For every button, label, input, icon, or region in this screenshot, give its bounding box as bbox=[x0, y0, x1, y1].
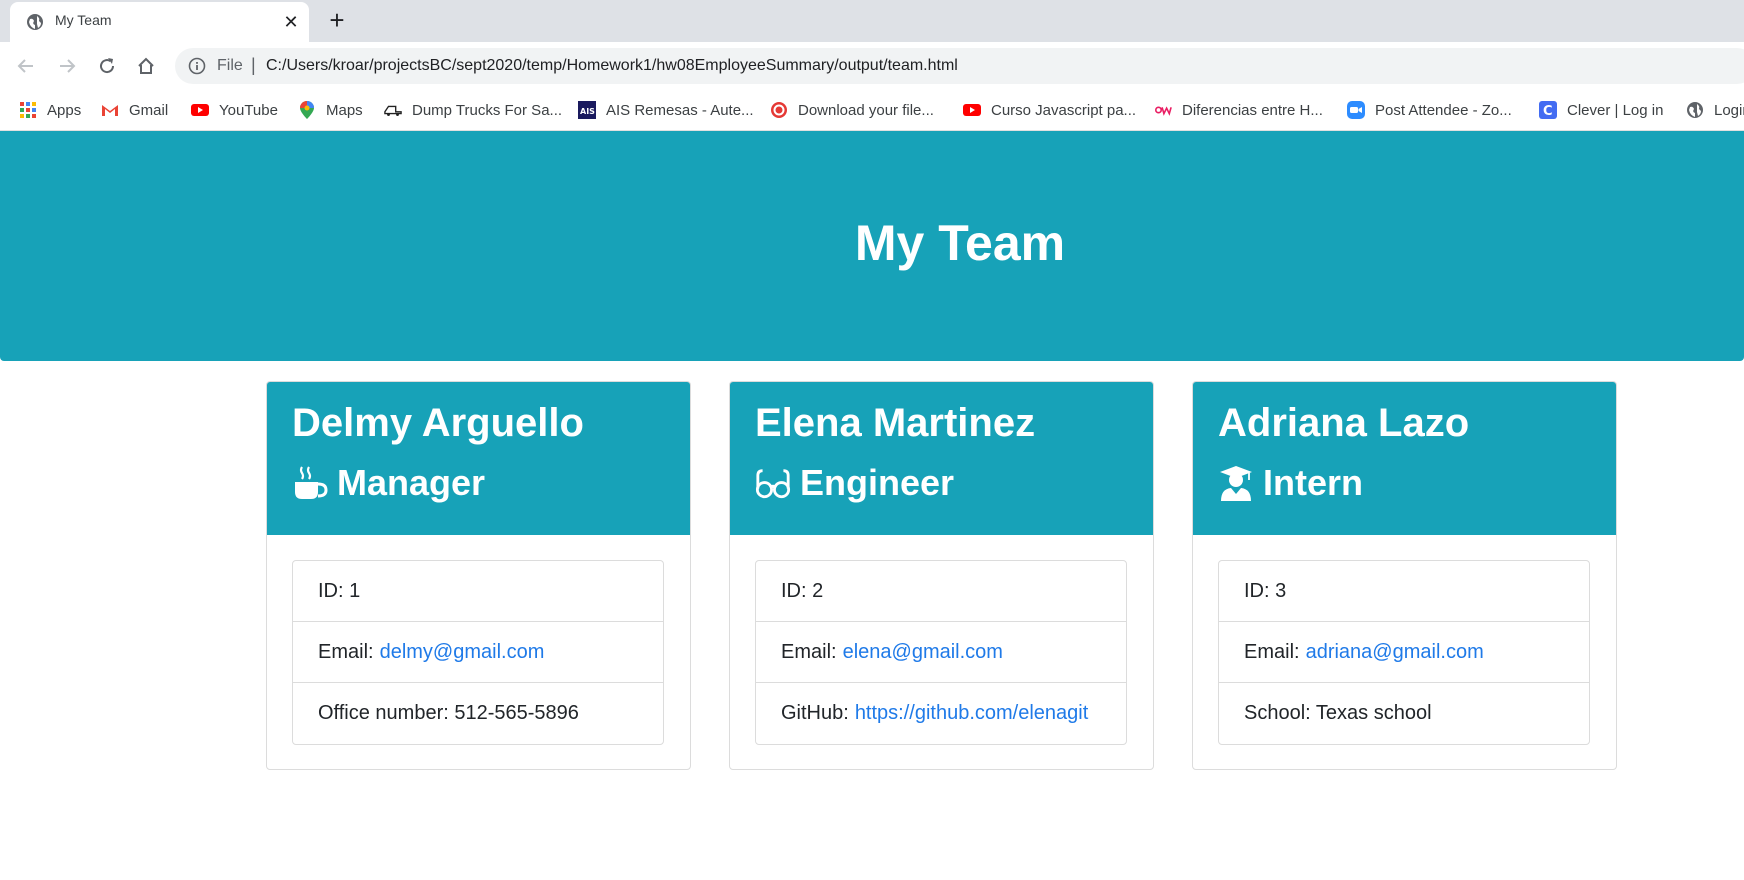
url-scheme: File bbox=[217, 57, 243, 74]
email-label: Email: bbox=[318, 640, 374, 663]
card-header: Delmy Arguello Manager bbox=[267, 382, 690, 535]
employee-email-row: Email: adriana@gmail.com bbox=[1219, 622, 1589, 683]
team-header: My Team bbox=[0, 131, 1744, 361]
home-button[interactable] bbox=[132, 52, 160, 80]
employee-role-label: Intern bbox=[1263, 462, 1364, 503]
bookmark-maps[interactable]: Maps bbox=[298, 98, 363, 122]
maps-pin-icon bbox=[298, 101, 316, 119]
reload-icon bbox=[100, 58, 115, 74]
bookmark-label: Login bbox=[1714, 101, 1744, 119]
employee-card-engineer: Elena Martinez Engineer ID: 2 Email: ele… bbox=[729, 381, 1154, 770]
ais-icon: AIS bbox=[578, 101, 596, 119]
employee-details: ID: 2 Email: elena@gmail.com GitHub: htt… bbox=[755, 560, 1127, 745]
employee-email-row: Email: elena@gmail.com bbox=[756, 622, 1126, 683]
bookmark-label: Dump Trucks For Sa... bbox=[412, 101, 563, 119]
email-link[interactable]: delmy@gmail.com bbox=[380, 641, 545, 664]
home-icon bbox=[138, 57, 154, 74]
github-link[interactable]: https://github.com/elenagit bbox=[855, 702, 1088, 725]
bookmark-label: Diferencias entre H... bbox=[1182, 101, 1323, 119]
coffee-mug-icon bbox=[292, 465, 328, 501]
bookmark-gmail[interactable]: Gmail bbox=[101, 98, 168, 122]
svg-text:AIS: AIS bbox=[580, 107, 595, 116]
employee-role: Manager bbox=[292, 462, 485, 504]
apps-grid-icon bbox=[19, 101, 37, 119]
school-row: School: Texas school bbox=[1244, 702, 1432, 724]
globe-icon bbox=[27, 14, 43, 30]
bookmark-label: Clever | Log in bbox=[1567, 101, 1664, 119]
info-icon[interactable] bbox=[188, 57, 206, 75]
truck-icon bbox=[384, 101, 402, 119]
bookmark-label: YouTube bbox=[219, 101, 278, 119]
email-label: Email: bbox=[781, 640, 837, 663]
bookmark-label: Apps bbox=[47, 101, 82, 119]
bookmark-ais-remesas[interactable]: AIS AIS Remesas - Aute... bbox=[578, 98, 754, 122]
bookmark-post-attendee[interactable]: Post Attendee - Zo... bbox=[1347, 98, 1512, 122]
employee-id: ID: 2 bbox=[756, 561, 1126, 622]
bookmark-curso-javascript[interactable]: Curso Javascript pa... bbox=[963, 98, 1136, 122]
graduate-icon bbox=[1218, 465, 1254, 501]
bookmark-label: Maps bbox=[326, 101, 363, 119]
back-arrow-icon bbox=[17, 59, 33, 73]
browser-tabstrip: My Team ✕ + bbox=[0, 0, 1744, 42]
download-icon bbox=[770, 101, 788, 119]
bookmark-label: Download your file... bbox=[798, 101, 934, 119]
employee-role-label: Engineer bbox=[800, 462, 955, 503]
github-row: GitHub: https://github.com/elenagit bbox=[756, 683, 1126, 744]
new-tab-button[interactable]: + bbox=[325, 7, 349, 33]
card-header: Elena Martinez Engineer bbox=[730, 382, 1153, 535]
employee-role-label: Manager bbox=[337, 462, 486, 503]
employee-role: Engineer bbox=[755, 462, 954, 504]
email-link[interactable]: adriana@gmail.com bbox=[1306, 641, 1484, 664]
bookmark-label: Curso Javascript pa... bbox=[991, 101, 1137, 119]
page-title: My Team bbox=[854, 215, 1066, 271]
bookmark-dump-trucks[interactable]: Dump Trucks For Sa... bbox=[384, 98, 562, 122]
forward-button[interactable] bbox=[53, 52, 81, 80]
tab-title: My Team bbox=[55, 12, 112, 28]
employee-name: Delmy Arguello bbox=[292, 401, 584, 445]
employee-id: ID: 1 bbox=[293, 561, 663, 622]
bookmark-label: Post Attendee - Zo... bbox=[1375, 101, 1512, 119]
glasses-icon bbox=[755, 465, 791, 501]
reload-button[interactable] bbox=[93, 52, 121, 80]
office-number: Office number: 512-565-5896 bbox=[318, 702, 579, 724]
email-link[interactable]: elena@gmail.com bbox=[843, 641, 1003, 664]
bookmark-diferencias[interactable]: Diferencias entre H... bbox=[1154, 98, 1323, 122]
tab-close-icon[interactable]: ✕ bbox=[280, 11, 302, 33]
employee-card-intern: Adriana Lazo Intern ID: 3 Email: adriana… bbox=[1192, 381, 1617, 770]
employee-details: ID: 3 Email: adriana@gmail.com School: T… bbox=[1218, 560, 1590, 745]
address-bar[interactable]: File | C:/Users/kroar/projectsBC/sept202… bbox=[175, 48, 1744, 84]
bookmark-clever[interactable]: C Clever | Log in bbox=[1539, 98, 1663, 122]
bookmarks-bar: Apps Gmail YouTube Maps Dump Trucks For … bbox=[0, 90, 1744, 131]
email-label: Email: bbox=[1244, 640, 1300, 663]
clever-icon: C bbox=[1539, 101, 1557, 119]
bookmark-label: AIS Remesas - Aute... bbox=[606, 101, 754, 119]
back-button[interactable] bbox=[12, 52, 40, 80]
zoom-icon bbox=[1347, 101, 1365, 119]
svg-text:C: C bbox=[1543, 104, 1553, 119]
github-label: GitHub: bbox=[781, 702, 849, 724]
employee-role: Intern bbox=[1218, 462, 1363, 504]
employee-email-row: Email: delmy@gmail.com bbox=[293, 622, 663, 683]
employee-details: ID: 1 Email: delmy@gmail.com Office numb… bbox=[292, 560, 664, 745]
employee-name: Adriana Lazo bbox=[1218, 401, 1470, 445]
bookmark-label: Gmail bbox=[129, 101, 169, 119]
bookmark-apps[interactable]: Apps bbox=[19, 98, 81, 122]
youtube-icon bbox=[191, 101, 209, 119]
card-header: Adriana Lazo Intern bbox=[1193, 382, 1616, 535]
url-separator: | bbox=[251, 55, 256, 75]
youtube-icon bbox=[963, 101, 981, 119]
bookmark-login[interactable]: Login bbox=[1686, 98, 1744, 122]
bookmark-download-file[interactable]: Download your file... bbox=[770, 98, 934, 122]
url-text[interactable]: C:/Users/kroar/projectsBC/sept2020/temp/… bbox=[266, 57, 958, 75]
browser-tab[interactable]: My Team ✕ bbox=[10, 2, 309, 42]
forward-arrow-icon bbox=[60, 59, 76, 73]
employee-id: ID: 3 bbox=[1219, 561, 1589, 622]
globe-icon bbox=[1686, 101, 1704, 119]
employee-name: Elena Martinez bbox=[755, 401, 1036, 445]
employee-card-manager: Delmy Arguello Manager ID: 1 Email: delm… bbox=[266, 381, 691, 770]
ow-icon bbox=[1154, 101, 1172, 119]
bookmark-youtube[interactable]: YouTube bbox=[191, 98, 278, 122]
gmail-icon bbox=[101, 101, 119, 119]
browser-toolbar: File | C:/Users/kroar/projectsBC/sept202… bbox=[0, 42, 1744, 90]
